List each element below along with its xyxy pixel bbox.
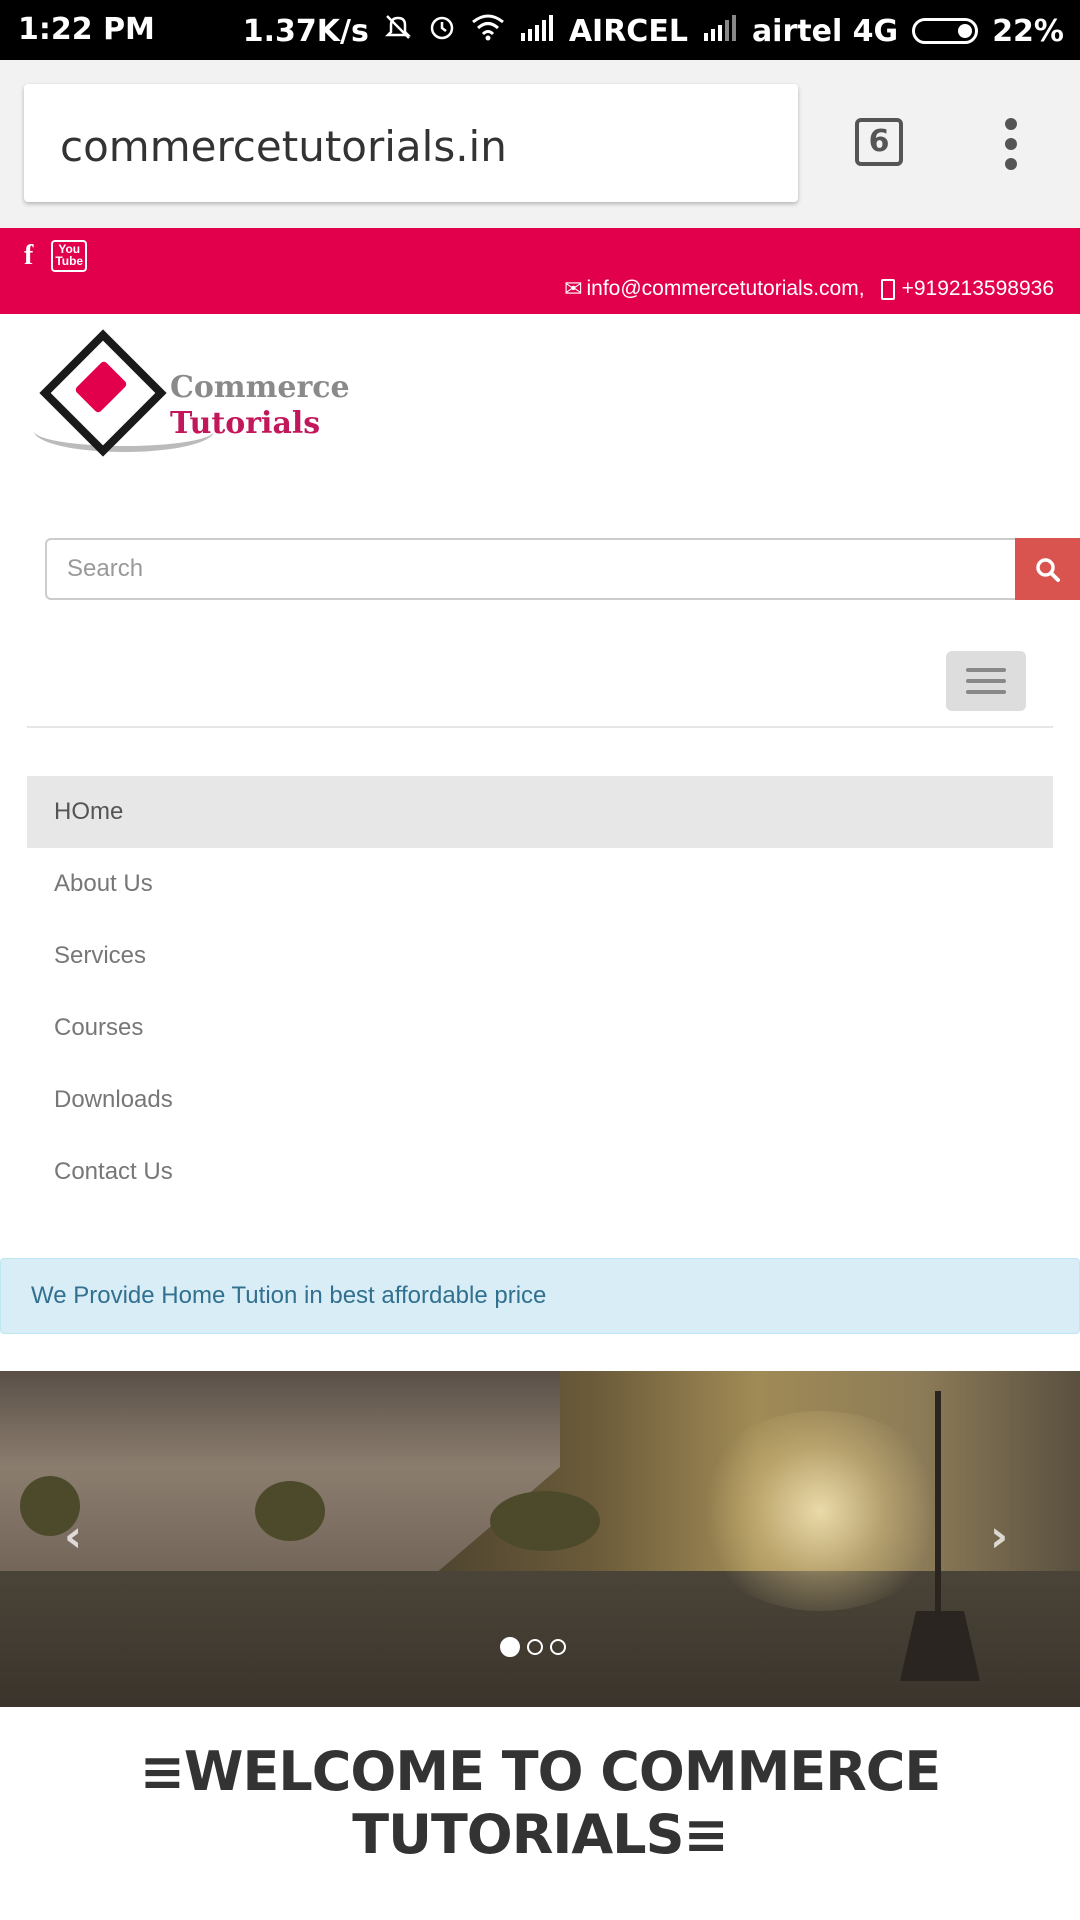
url-text[interactable]: commercetutorials.in bbox=[60, 122, 507, 171]
alarm-icon bbox=[427, 12, 457, 50]
browser-toolbar: commercetutorials.in 6 bbox=[0, 60, 1080, 228]
status-time: 1:22 PM bbox=[18, 12, 155, 47]
main-menu: HOme About Us Services Courses Downloads… bbox=[27, 776, 1053, 1208]
contact-info: ✉ info@commercetutorials.com, +919213598… bbox=[564, 276, 1054, 302]
menu-item-home[interactable]: HOme bbox=[27, 776, 1053, 848]
welcome-heading: ≡WELCOME TO COMMERCE TUTORIALS≡ bbox=[139, 1740, 942, 1866]
search-icon bbox=[1036, 558, 1060, 582]
image-carousel[interactable]: ‹ › bbox=[0, 1371, 1080, 1707]
carousel-indicator-2[interactable] bbox=[527, 1639, 543, 1655]
social-links: f You Tube bbox=[24, 240, 88, 272]
menu-item-courses[interactable]: Courses bbox=[27, 992, 1053, 1064]
carousel-prev-icon[interactable]: ‹ bbox=[64, 1511, 82, 1562]
envelope-icon: ✉ bbox=[564, 276, 583, 301]
mobile-phone-icon bbox=[880, 278, 895, 300]
carousel-indicator-1[interactable] bbox=[500, 1637, 520, 1657]
battery-icon bbox=[912, 18, 979, 44]
carousel-indicator-3[interactable] bbox=[550, 1639, 566, 1655]
carrier-name-1: AIRCEL bbox=[568, 13, 688, 49]
menu-item-downloads[interactable]: Downloads bbox=[27, 1064, 1053, 1136]
nav-divider bbox=[27, 726, 1053, 728]
search-button[interactable] bbox=[1015, 538, 1080, 600]
signal-icon bbox=[519, 14, 555, 49]
carousel-image-tree bbox=[490, 1491, 600, 1551]
contact-email[interactable]: info@commercetutorials.com, bbox=[587, 277, 865, 301]
menu-item-about-us[interactable]: About Us bbox=[27, 848, 1053, 920]
carousel-next-icon[interactable]: › bbox=[990, 1511, 1008, 1562]
network-speed: 1.37K/s bbox=[242, 13, 369, 49]
logo-text-line2: Tutorials bbox=[170, 406, 321, 441]
tab-switcher-button[interactable]: 6 bbox=[855, 118, 903, 166]
search-input[interactable]: Search bbox=[45, 538, 1015, 600]
carousel-image-tree bbox=[255, 1481, 325, 1541]
battery-level: 22% bbox=[992, 13, 1064, 49]
url-bar[interactable]: commercetutorials.in bbox=[24, 84, 798, 202]
status-indicators: 1.37K/s AIRCEL airtel 4G 22% bbox=[243, 12, 1064, 50]
info-alert: We Provide Home Tution in best affordabl… bbox=[0, 1258, 1080, 1334]
signal-icon-2 bbox=[702, 14, 738, 49]
carousel-indicators bbox=[500, 1637, 566, 1657]
status-bar: 1:22 PM 1.37K/s AIRCEL airtel 4G 22% bbox=[0, 0, 1080, 60]
navbar-toggle-button[interactable] bbox=[946, 651, 1026, 711]
logo-text-line1: Commerce bbox=[170, 370, 350, 405]
carrier-name-2: airtel 4G bbox=[751, 13, 899, 49]
youtube-icon[interactable]: You Tube bbox=[51, 240, 88, 272]
site-topbar: f You Tube ✉ info@commercetutorials.com, … bbox=[0, 228, 1080, 314]
carousel-image-lamp-glow bbox=[690, 1411, 950, 1611]
browser-menu-icon[interactable] bbox=[1000, 118, 1022, 174]
contact-phone[interactable]: +919213598936 bbox=[902, 277, 1054, 301]
menu-item-services[interactable]: Services bbox=[27, 920, 1053, 992]
site-logo[interactable]: Commerce Tutorials bbox=[30, 329, 370, 457]
menu-item-contact-us[interactable]: Contact Us bbox=[27, 1136, 1053, 1208]
facebook-icon[interactable]: f bbox=[24, 240, 33, 272]
wifi-icon bbox=[471, 13, 505, 49]
mute-icon bbox=[383, 12, 413, 50]
